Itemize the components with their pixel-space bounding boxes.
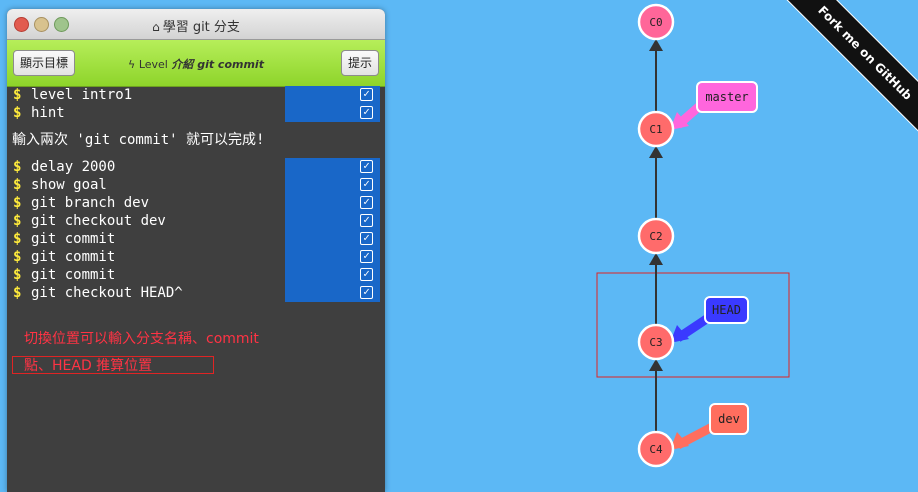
commit-node-c0[interactable]: C0 [637,3,675,41]
commit-node-c3[interactable]: C3 [637,323,675,361]
commit-label: C3 [649,336,662,349]
commit-node-c1[interactable]: C1 [637,110,675,148]
branch-label: HEAD [712,303,741,317]
branch-label: dev [718,412,740,426]
commit-node-c4[interactable]: C4 [637,430,675,468]
edge-arrowhead [649,146,663,158]
commit-label: C1 [649,123,662,136]
edge-arrowhead [649,359,663,371]
commit-label: C4 [649,443,663,456]
commit-label: C0 [649,16,662,29]
branch-tag-master[interactable]: master [670,81,758,130]
branch-tag-head[interactable]: HEAD [670,296,749,343]
branch-label: master [705,90,748,104]
commit-node-c2[interactable]: C2 [637,217,675,255]
edge-arrowhead [649,39,663,51]
edge-arrowhead [649,253,663,265]
commit-label: C2 [649,230,662,243]
commit-graph: master HEAD dev C0 C1 C2 C3 C4 [596,3,790,468]
branch-tag-dev[interactable]: dev [670,403,749,450]
